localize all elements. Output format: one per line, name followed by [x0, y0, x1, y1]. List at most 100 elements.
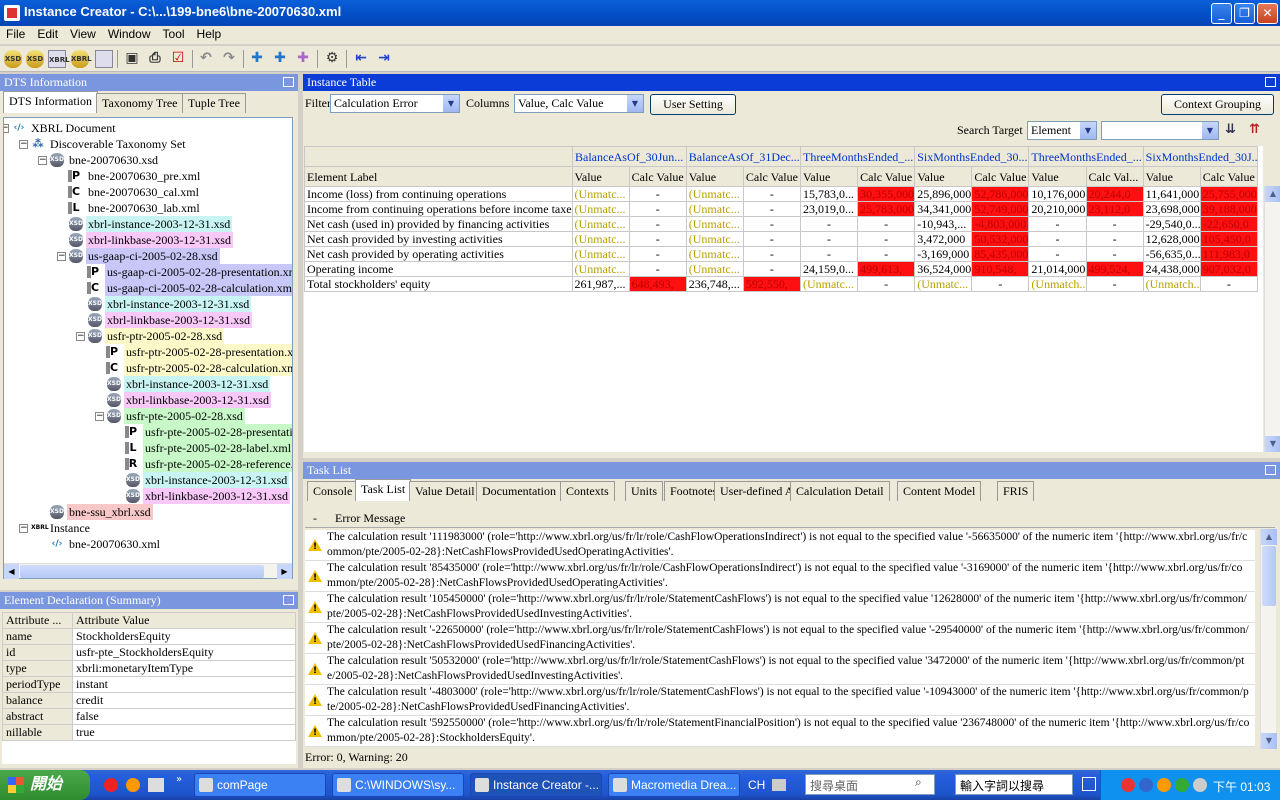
value-cell[interactable]: -29,540,0... [1142, 216, 1201, 232]
chevron-down-icon[interactable]: ▼ [1080, 122, 1096, 139]
tree-node[interactable]: ‹/› bne-20070630.xml [4, 536, 292, 552]
tree-node[interactable]: Pus-gaap-ci-2005-02-28-presentation.xml [4, 264, 292, 280]
tab-fris[interactable]: FRIS [997, 481, 1035, 501]
element-label[interactable]: Net cash provided by operating activitie… [304, 246, 573, 262]
tree-node[interactable]: Pbne-20070630_pre.xml [4, 168, 292, 184]
calc-value-cell[interactable]: 907,032,0 [1199, 261, 1259, 277]
calc-value-cell[interactable]: - [1085, 276, 1144, 292]
calc-value-cell[interactable]: - [742, 201, 801, 217]
list-item[interactable]: The calculation result '-22650000' (role… [305, 623, 1255, 654]
tree-node[interactable]: Cbne-20070630_cal.xml [4, 184, 292, 200]
calc-value-cell[interactable]: - [628, 201, 687, 217]
app-icon[interactable] [4, 5, 20, 21]
calc-value-cell[interactable]: 85,435,000 [971, 246, 1030, 262]
value-cell[interactable]: (Unmatch... [1028, 276, 1087, 292]
value-cell[interactable]: 25,896,000 [914, 186, 973, 202]
calc-value-cell[interactable]: - [1199, 276, 1259, 292]
keyboard-icon[interactable] [772, 779, 786, 791]
close-button[interactable]: ✕ [1257, 3, 1278, 24]
scroll-up-icon[interactable]: ▲ [1265, 186, 1280, 202]
column-header[interactable]: Calc Value [742, 166, 801, 187]
language-indicator[interactable]: CH [748, 778, 765, 792]
tab-contexts[interactable]: Contexts [560, 481, 615, 501]
column-header[interactable]: Value [1028, 166, 1087, 187]
list-item[interactable]: The calculation result '-4803000' (role=… [305, 685, 1255, 716]
tree-node[interactable]: Lusfr-pte-2005-02-28-label.xml [4, 440, 292, 456]
xbrl-icon[interactable]: XBRL [48, 50, 70, 68]
tree-node[interactable]: − XSD usfr-ptr-2005-02-28.xsd [4, 328, 292, 344]
tab-dts-information[interactable]: DTS Information [3, 91, 98, 113]
tray-icon[interactable] [1139, 778, 1153, 792]
column-header[interactable]: Calc Value [857, 166, 916, 187]
tab-console[interactable]: Console [307, 481, 359, 501]
value-cell[interactable]: (Unmatc... [571, 231, 630, 247]
calc-value-cell[interactable]: - [1085, 216, 1144, 232]
tab-units[interactable]: Units [625, 481, 664, 501]
calc-value-cell[interactable]: - [742, 246, 801, 262]
element-label[interactable]: Net cash provided by investing activitie… [304, 231, 573, 247]
value-cell[interactable]: 11,641,000 [1142, 186, 1201, 202]
chevron-right-icon[interactable]: » [176, 774, 182, 785]
value-cell[interactable]: -56,635,0... [1142, 246, 1201, 262]
calc-value-cell[interactable]: - [742, 261, 801, 277]
collapse-icon[interactable]: − [19, 140, 28, 149]
value-cell[interactable]: (Unmatc... [685, 186, 744, 202]
calc-value-cell[interactable]: 105,450,0 [1199, 231, 1259, 247]
tray-icon[interactable] [1157, 778, 1171, 792]
value-cell[interactable]: 3,472,000 [914, 231, 973, 247]
calc-value-cell[interactable]: - [742, 231, 801, 247]
collapse-icon[interactable]: − [76, 332, 85, 341]
element-label[interactable]: Income from continuing operations before… [304, 201, 573, 217]
scrollbar-thumb[interactable] [20, 565, 264, 578]
menu-file[interactable]: File [0, 26, 31, 41]
calc-value-cell[interactable]: - [857, 276, 916, 292]
calc-value-cell[interactable]: -22,650,0 [1199, 216, 1259, 232]
collapse-icon[interactable]: − [4, 124, 9, 133]
tree-node[interactable]: − ⁂ Discoverable Taxonomy Set [4, 136, 292, 152]
instance-grid-vscrollbar[interactable]: ▲ ▼ [1264, 186, 1280, 452]
value-cell[interactable]: - [799, 216, 859, 232]
table-row[interactable]: balance credit [2, 692, 296, 709]
table-row[interactable]: Income from continuing operations before… [304, 201, 1259, 217]
search-input[interactable]: ▼ [1101, 121, 1219, 140]
calc-value-cell[interactable]: - [628, 216, 687, 232]
value-cell[interactable]: (Unmatc... [571, 246, 630, 262]
table-row[interactable]: Net cash provided by operating activitie… [304, 246, 1259, 262]
taskbar-item-instance-creator[interactable]: Instance Creator -... [470, 773, 602, 797]
tree-node[interactable]: Lbne-20070630_lab.xml [4, 200, 292, 216]
value-cell[interactable]: (Unmatc... [685, 216, 744, 232]
column-header[interactable]: Calc Value [1199, 166, 1259, 187]
value-cell[interactable]: 23,698,000 [1142, 201, 1201, 217]
collapse-icon[interactable]: − [19, 524, 28, 533]
dts-tree-hscrollbar[interactable]: ◀ ▶ [4, 563, 292, 579]
element-label[interactable]: Total stockholders' equity [304, 276, 573, 292]
list-item[interactable]: The calculation result '105450000' (role… [305, 592, 1255, 623]
calc-value-cell[interactable]: 52,786,000 [971, 186, 1030, 202]
tree-node[interactable]: XSD bne-ssu_xbrl.xsd [4, 504, 292, 520]
calc-value-cell[interactable]: 648,493, [628, 276, 687, 292]
value-cell[interactable]: 36,524,000 [914, 261, 973, 277]
calc-value-cell[interactable]: 25,755,000 [1199, 186, 1259, 202]
calc-value-cell[interactable]: 50,532,000 [971, 231, 1030, 247]
check-icon[interactable]: ☑ [169, 50, 187, 68]
value-cell[interactable]: 12,628,000 [1142, 231, 1201, 247]
column-header[interactable]: Value [914, 166, 973, 187]
tree-node[interactable]: Rusfr-pte-2005-02-28-reference.xml [4, 456, 292, 472]
quicklaunch-icon[interactable] [104, 778, 118, 792]
form-icon[interactable] [95, 50, 113, 68]
print-icon[interactable]: ⎙ [146, 50, 164, 68]
table-row[interactable]: id usfr-pte_StockholdersEquity [2, 644, 296, 661]
tree-node[interactable]: Pusfr-ptr-2005-02-28-presentation.xml [4, 344, 292, 360]
value-cell[interactable]: (Unmatc... [799, 276, 859, 292]
calc-value-cell[interactable]: - [742, 186, 801, 202]
tab-content-model[interactable]: Content Model [897, 481, 982, 501]
value-cell[interactable]: -3,169,000 [914, 246, 973, 262]
calc-value-cell[interactable]: - [1085, 246, 1144, 262]
value-cell[interactable]: (Unmatc... [685, 201, 744, 217]
element-label[interactable]: Income (loss) from continuing operations [304, 186, 573, 202]
tab-documentation[interactable]: Documentation [476, 481, 562, 501]
chevron-down-icon[interactable]: ▼ [443, 95, 459, 112]
tree-node[interactable]: − XBRL Instance [4, 520, 292, 536]
context-header[interactable]: BalanceAsOf_30Jun... [571, 146, 687, 167]
calc-value-cell[interactable]: 30,355,000 [857, 186, 916, 202]
